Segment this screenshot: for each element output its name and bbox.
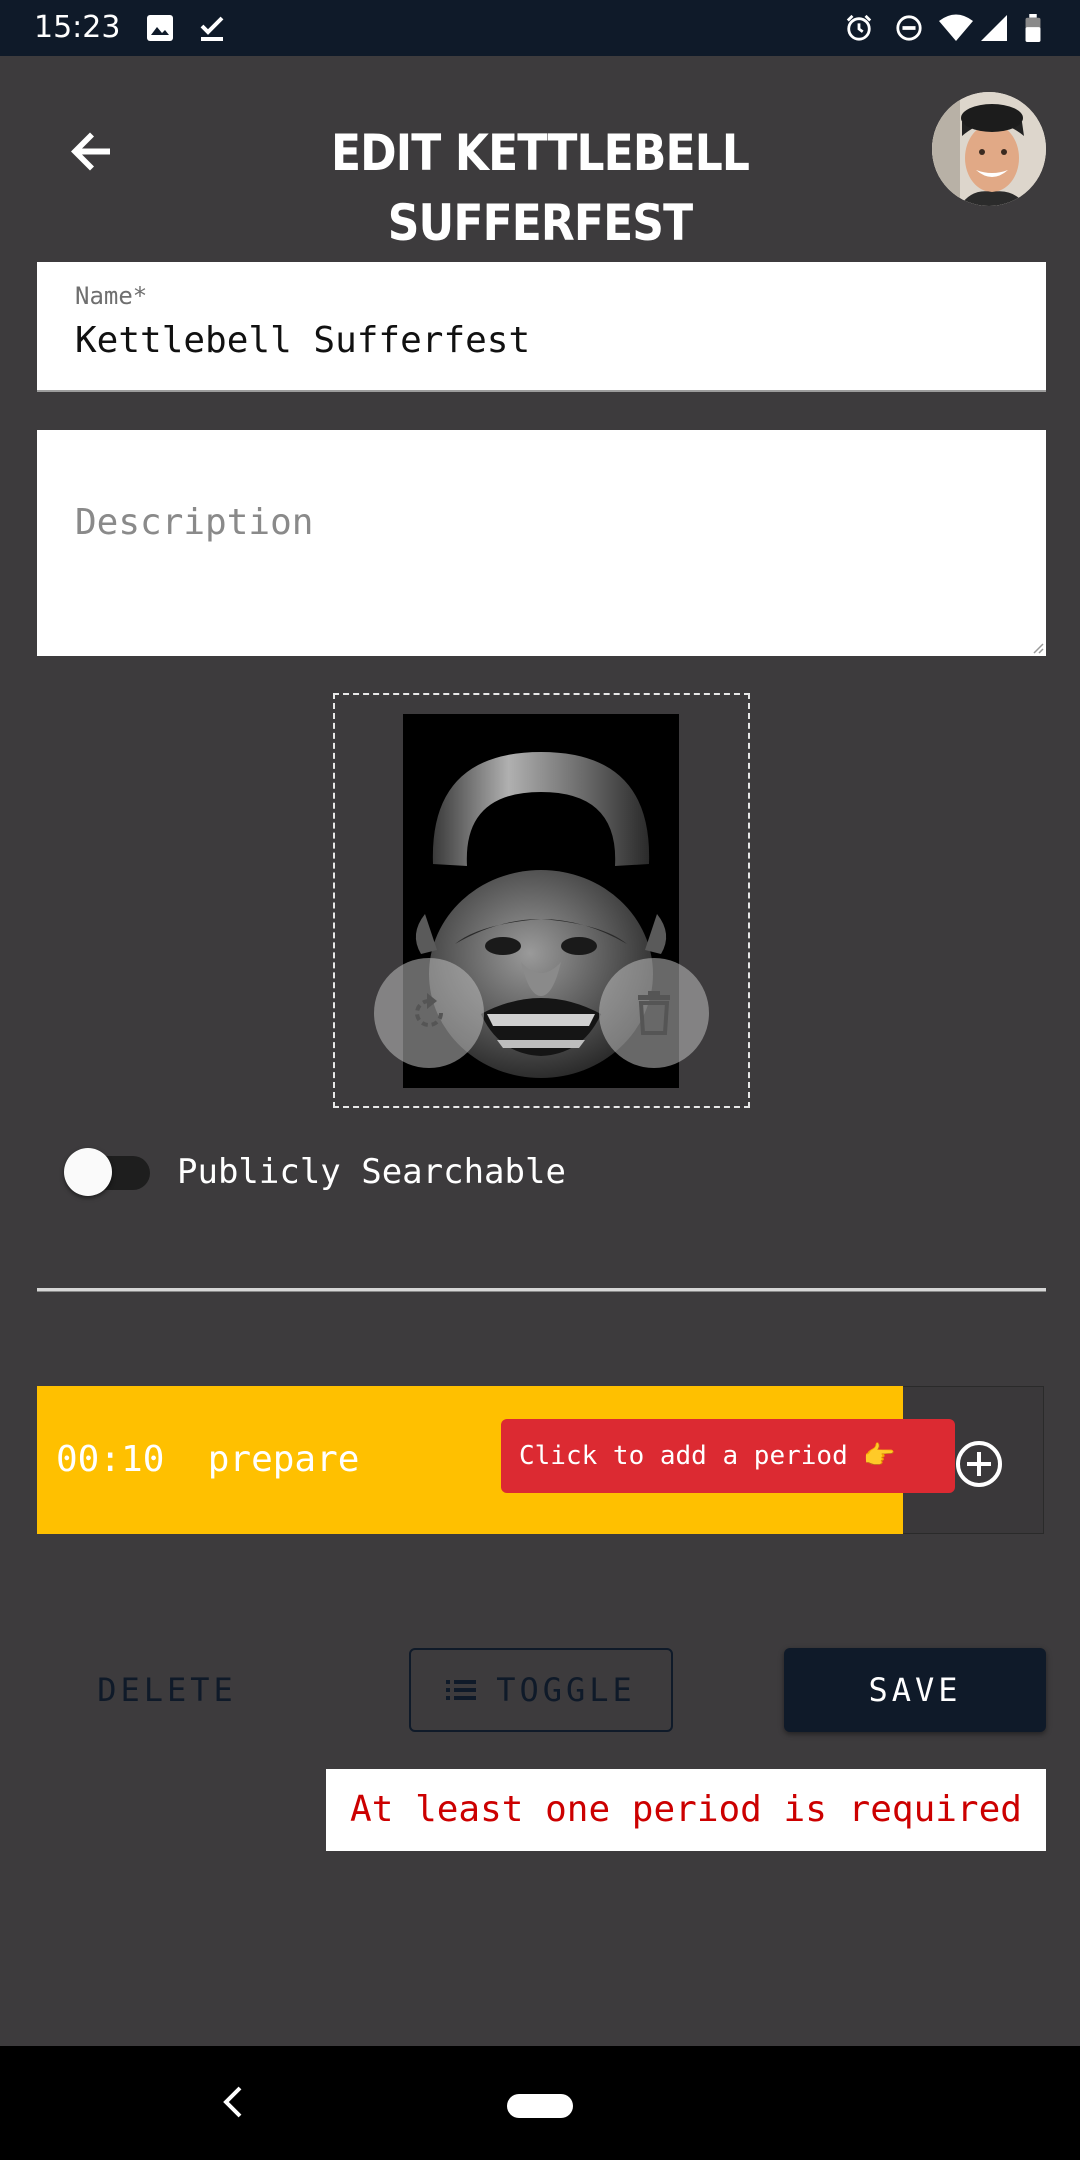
- avatar-photo: [932, 92, 1046, 206]
- error-message: At least one period is required: [326, 1769, 1046, 1851]
- image-icon: [147, 15, 173, 41]
- public-toggle-thumb[interactable]: [64, 1148, 112, 1196]
- rotate-icon: [415, 993, 443, 1027]
- check-download-icon: [200, 16, 224, 41]
- description-field[interactable]: Description: [37, 430, 1046, 656]
- do-not-disturb-icon: [896, 15, 922, 41]
- delete-image-button[interactable]: [599, 958, 709, 1068]
- public-toggle-label: Publicly Searchable: [177, 1152, 566, 1192]
- description-placeholder: Description: [75, 502, 314, 543]
- page-title: EDIT KETTLEBELL SUFFERFEST: [330, 124, 750, 252]
- period-name: prepare: [207, 1439, 360, 1480]
- name-label: Name*: [75, 282, 148, 310]
- divider: [37, 1288, 1046, 1292]
- wifi-icon: [939, 14, 973, 41]
- toggle-button-label: TOGGLE: [496, 1671, 636, 1709]
- toggle-button[interactable]: TOGGLE: [409, 1648, 673, 1732]
- back-arrow-icon[interactable]: [60, 118, 130, 188]
- nav-back-icon[interactable]: [218, 2084, 248, 2120]
- name-input[interactable]: Kettlebell Sufferfest: [75, 320, 530, 361]
- period-time: 00:10: [56, 1439, 165, 1480]
- signal-icon: [981, 15, 1007, 41]
- add-period-tooltip: Click to add a period 👉: [501, 1419, 955, 1493]
- resize-grip-icon[interactable]: [1032, 642, 1044, 654]
- delete-button[interactable]: DELETE: [60, 1648, 274, 1732]
- name-field[interactable]: Name* Kettlebell Sufferfest: [37, 262, 1046, 392]
- nav-home-pill[interactable]: [507, 2094, 573, 2118]
- rotate-image-button[interactable]: [374, 958, 484, 1068]
- status-time: 15:23: [34, 10, 121, 45]
- period-item-label: 00:10 prepare: [56, 1432, 359, 1488]
- trash-icon: [638, 991, 670, 1035]
- alarm-icon: [846, 14, 872, 41]
- add-period-icon[interactable]: [955, 1440, 1003, 1488]
- battery-icon: [1025, 14, 1041, 42]
- list-icon: [446, 1680, 477, 1700]
- avatar[interactable]: [932, 92, 1046, 206]
- save-button[interactable]: SAVE: [784, 1648, 1046, 1732]
